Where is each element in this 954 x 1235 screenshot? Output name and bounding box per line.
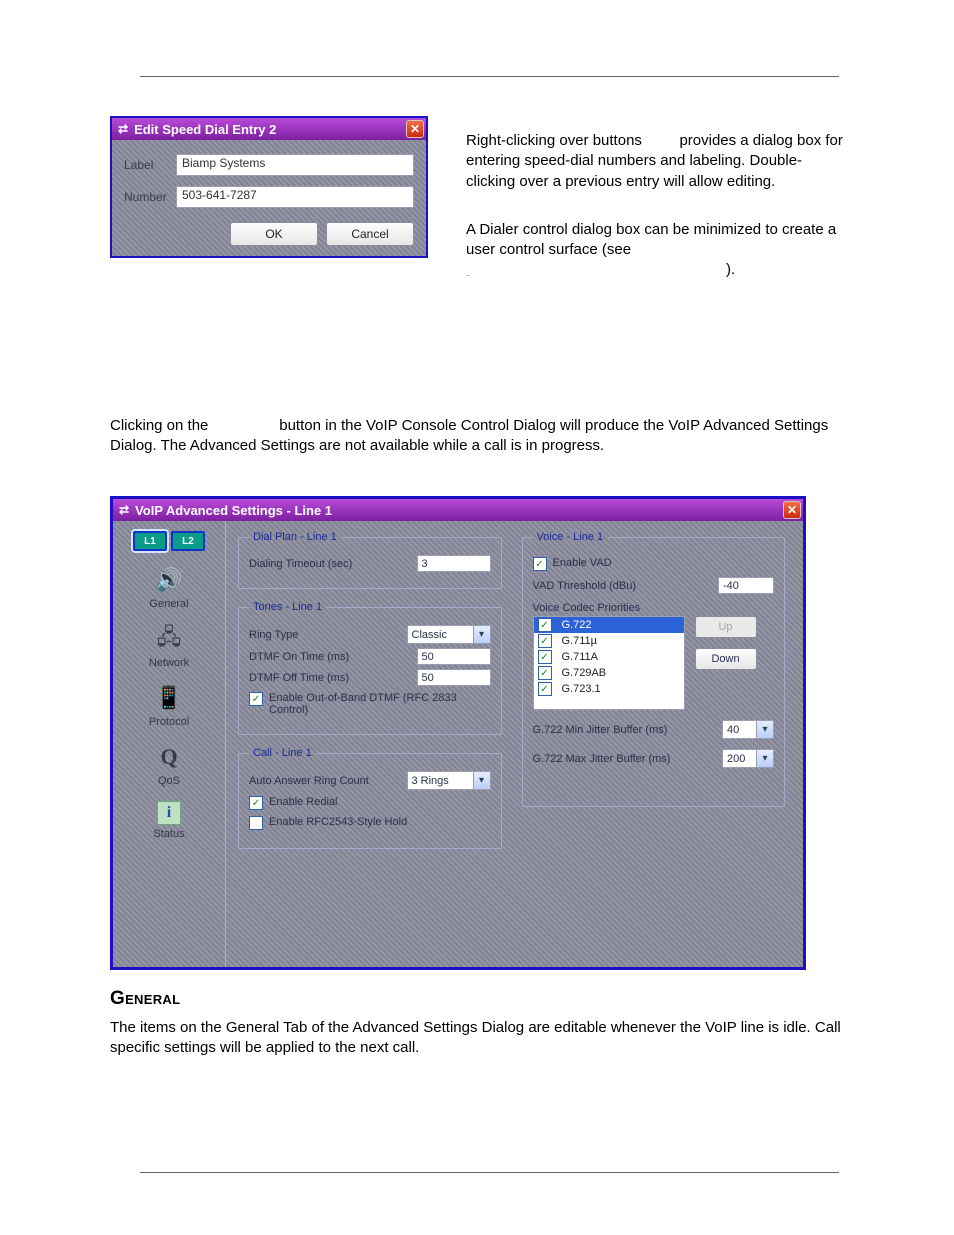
- legend-dial-plan: Dial Plan - Line 1: [249, 531, 341, 543]
- codec-item: ✓G.722: [534, 617, 684, 633]
- qos-icon: Q: [154, 742, 184, 772]
- chevron-down-icon: ▾: [473, 626, 490, 643]
- paragraph-speed-dial: Right-clicking over buttons provides a d…: [466, 131, 849, 192]
- codec-item: ✓G.729AB: [534, 665, 684, 681]
- nav-protocol[interactable]: 📱 Protocol: [149, 683, 189, 728]
- group-call: Call - Line 1 Auto Answer Ring Count 3 R…: [238, 747, 502, 849]
- nav-qos[interactable]: Q QoS: [154, 742, 184, 787]
- max-jitter-select[interactable]: 200 ▾: [722, 749, 774, 768]
- dialing-timeout-label: Dialing Timeout (sec): [249, 558, 409, 570]
- ring-type-label: Ring Type: [249, 629, 399, 641]
- info-icon: i: [157, 801, 181, 825]
- swap-icon: ⇄: [119, 503, 129, 517]
- max-jitter-label: G.722 Max Jitter Buffer (ms): [533, 753, 717, 765]
- enable-hold-checkbox[interactable]: [249, 816, 263, 830]
- line-2-button[interactable]: L2: [171, 531, 205, 551]
- enable-redial-checkbox[interactable]: ✓: [249, 796, 263, 810]
- group-tones: Tones - Line 1 Ring Type Classic ▾ DTMF …: [238, 601, 502, 735]
- codec-item: ✓G.723.1: [534, 681, 684, 697]
- oob-dtmf-label: Enable Out-of-Band DTMF (RFC 2833 Contro…: [269, 692, 491, 716]
- dtmf-on-input[interactable]: 50: [417, 648, 491, 665]
- legend-tones: Tones - Line 1: [249, 601, 326, 613]
- paragraph-general: The items on the General Tab of the Adva…: [110, 1018, 849, 1059]
- network-icon: 🖧: [154, 624, 184, 654]
- paragraph-advanced: Clicking on the button in the VoIP Conso…: [110, 416, 849, 457]
- speed-dial-titlebar[interactable]: ⇄ Edit Speed Dial Entry 2 ✕: [112, 118, 426, 140]
- close-icon[interactable]: ✕: [406, 120, 424, 138]
- codec-priorities-list[interactable]: ✓G.722 ✓G.711µ ✓G.711A ✓G.729AB ✓G.723.1: [533, 616, 685, 710]
- close-icon[interactable]: ✕: [783, 501, 801, 519]
- number-label: Number: [124, 190, 176, 204]
- auto-answer-label: Auto Answer Ring Count: [249, 775, 399, 787]
- advanced-settings-title: VoIP Advanced Settings - Line 1: [135, 503, 332, 518]
- enable-vad-label: Enable VAD: [553, 557, 612, 569]
- enable-vad-checkbox[interactable]: ✓: [533, 557, 547, 571]
- heading-general: General: [110, 988, 849, 1010]
- nav-general[interactable]: 🔊 General: [149, 565, 188, 610]
- dtmf-on-label: DTMF On Time (ms): [249, 651, 409, 663]
- codec-item: ✓G.711A: [534, 649, 684, 665]
- swap-icon: ⇄: [118, 122, 128, 136]
- codec-priorities-label: Voice Codec Priorities: [533, 602, 775, 614]
- paragraph-minimize: A Dialer control dialog box can be minim…: [466, 220, 849, 281]
- codec-item: ✓G.711µ: [534, 633, 684, 649]
- voip-advanced-settings-dialog: ⇄ VoIP Advanced Settings - Line 1 ✕ L1 L…: [110, 496, 806, 970]
- dtmf-off-input[interactable]: 50: [417, 669, 491, 686]
- enable-redial-label: Enable Redial: [269, 796, 338, 808]
- auto-answer-select[interactable]: 3 Rings ▾: [407, 771, 491, 790]
- nav-status[interactable]: i Status: [153, 801, 184, 840]
- down-button[interactable]: Down: [695, 648, 757, 670]
- min-jitter-label: G.722 Min Jitter Buffer (ms): [533, 724, 717, 736]
- label-label: Label: [124, 158, 176, 172]
- ok-button[interactable]: OK: [230, 222, 318, 246]
- vad-threshold-input[interactable]: -40: [718, 577, 774, 594]
- edit-speed-dial-dialog: ⇄ Edit Speed Dial Entry 2 ✕ Label Biamp …: [110, 116, 428, 258]
- ring-type-select[interactable]: Classic ▾: [407, 625, 491, 644]
- up-button[interactable]: Up: [695, 616, 757, 638]
- chevron-down-icon: ▾: [756, 721, 773, 738]
- group-voice: Voice - Line 1 ✓ Enable VAD VAD Threshol…: [522, 531, 786, 807]
- phone-icon: 📱: [154, 683, 184, 713]
- chevron-down-icon: ▾: [756, 750, 773, 767]
- advanced-settings-titlebar[interactable]: ⇄ VoIP Advanced Settings - Line 1 ✕: [113, 499, 803, 521]
- label-input[interactable]: Biamp Systems: [176, 154, 414, 176]
- chevron-down-icon: ▾: [473, 772, 490, 789]
- cancel-button[interactable]: Cancel: [326, 222, 414, 246]
- speaker-icon: 🔊: [154, 565, 184, 595]
- dtmf-off-label: DTMF Off Time (ms): [249, 672, 409, 684]
- min-jitter-select[interactable]: 40 ▾: [722, 720, 774, 739]
- number-input[interactable]: 503-641-7287: [176, 186, 414, 208]
- vad-threshold-label: VAD Threshold (dBu): [533, 580, 711, 592]
- speed-dial-title: Edit Speed Dial Entry 2: [134, 122, 276, 137]
- oob-dtmf-checkbox[interactable]: ✓: [249, 692, 263, 706]
- group-dial-plan: Dial Plan - Line 1 Dialing Timeout (sec)…: [238, 531, 502, 589]
- dialing-timeout-input[interactable]: 3: [417, 555, 491, 572]
- nav-network[interactable]: 🖧 Network: [149, 624, 189, 669]
- legend-voice: Voice - Line 1: [533, 531, 608, 543]
- enable-hold-label: Enable RFC2543-Style Hold: [269, 816, 407, 828]
- legend-call: Call - Line 1: [249, 747, 316, 759]
- line-1-button[interactable]: L1: [133, 531, 167, 551]
